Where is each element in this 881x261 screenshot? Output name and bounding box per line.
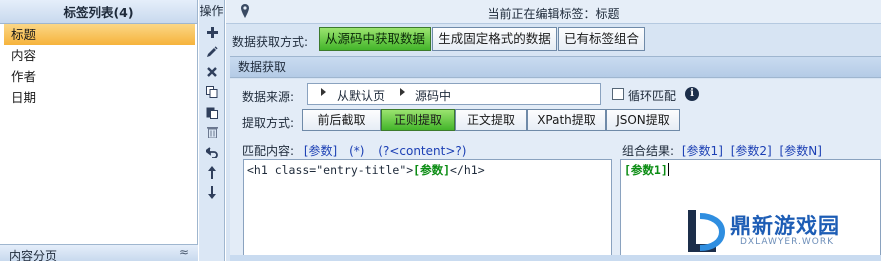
loop-match-label[interactable]: 循环匹配 <box>628 87 676 104</box>
fetch-section-title: 数据获取 <box>230 56 881 78</box>
tag-list-title: 标签列表(4) <box>0 0 197 24</box>
delete-icon[interactable] <box>199 62 225 82</box>
match-content-row: 匹配内容: [参数] (*) (?<content>?) <box>242 142 466 159</box>
extract-regex-button[interactable]: 正则提取 <box>381 109 455 131</box>
extract-xpath-button[interactable]: XPath提取 <box>527 109 606 131</box>
operations-title: 操作 <box>199 4 224 18</box>
paste-icon[interactable] <box>199 102 225 122</box>
extract-method-label: 提取方式: <box>242 116 295 130</box>
extract-before-after-button[interactable]: 前后截取 <box>302 109 381 131</box>
insert-param-token[interactable]: [参数] <box>304 144 337 158</box>
edit-icon[interactable] <box>199 42 225 62</box>
crumb-default-page[interactable]: 从默认页 <box>337 87 385 104</box>
operations-toolbar: 操作 <box>199 0 225 261</box>
insert-wildcard-token[interactable]: (*) <box>349 144 364 158</box>
tag-list-panel: 标签列表(4) 标题 内容 作者 日期 内容分页 ≈ <box>0 0 198 261</box>
tag-item-title[interactable]: 标题 <box>4 24 195 45</box>
insert-param2-token[interactable]: [参数2] <box>731 144 772 158</box>
fetch-method-label: 数据获取方式: <box>232 35 309 49</box>
crumb-arrow-icon <box>400 88 405 96</box>
watermark: 鼎新游戏园 DXLAWYER.WORK <box>684 204 874 256</box>
text-caret <box>667 163 669 176</box>
collapse-icon[interactable]: ≈ <box>179 245 189 259</box>
tag-list: 标题 内容 作者 日期 <box>0 24 197 108</box>
watermark-title: 鼎新游戏园 <box>730 214 840 238</box>
crumb-source-code[interactable]: 源码中 <box>415 87 451 104</box>
insert-content-group-token[interactable]: (?<content>?) <box>378 144 466 158</box>
crumb-arrow-icon <box>321 88 326 96</box>
source-label: 数据来源: <box>242 90 295 104</box>
editing-tag-label: 当前正在编辑标签：标题 <box>487 7 620 21</box>
combine-result-label: 组合结果: <box>622 144 675 158</box>
method-fixed-format-button[interactable]: 生成固定格式的数据 <box>432 27 557 51</box>
watermark-logo-icon <box>688 210 726 252</box>
copy-icon[interactable] <box>199 82 225 102</box>
match-content-label: 匹配内容: <box>242 144 295 158</box>
pattern-param-text: [参数] <box>413 163 451 177</box>
watermark-subtitle: DXLAWYER.WORK <box>740 237 834 247</box>
loop-match-checkbox[interactable] <box>612 88 624 100</box>
move-down-icon[interactable] <box>199 182 225 202</box>
pattern-prefix-text: <h1 class="entry-title"> <box>247 163 414 177</box>
editing-header: 当前正在编辑标签：标题 <box>226 0 881 24</box>
content-pagination-header[interactable]: 内容分页 ≈ <box>0 244 198 261</box>
undo-icon[interactable] <box>199 142 225 162</box>
extract-body-text-button[interactable]: 正文提取 <box>455 109 527 131</box>
result-value-text: [参数1] <box>624 163 668 177</box>
pattern-suffix-text: </h1> <box>450 163 485 177</box>
extract-json-button[interactable]: JSON提取 <box>606 109 680 131</box>
match-pattern-textarea[interactable]: <h1 class="entry-title">[参数]</h1> <box>243 159 612 261</box>
trash-icon[interactable] <box>199 122 225 142</box>
tag-item-content[interactable]: 内容 <box>0 45 197 66</box>
tag-item-date[interactable]: 日期 <box>0 87 197 108</box>
method-from-source-button[interactable]: 从源码中获取数据 <box>319 27 431 51</box>
fetch-method-row: 数据获取方式: 从源码中获取数据 生成固定格式的数据 已有标签组合 <box>226 27 881 53</box>
insert-paramN-token[interactable]: [参数N] <box>780 144 822 158</box>
insert-param1-token[interactable]: [参数1] <box>682 144 723 158</box>
source-breadcrumb[interactable]: 从默认页 源码中 <box>307 83 601 105</box>
method-combine-tags-button[interactable]: 已有标签组合 <box>558 27 645 51</box>
move-up-icon[interactable] <box>199 162 225 182</box>
add-icon[interactable] <box>199 22 225 42</box>
info-icon[interactable]: i <box>685 87 699 101</box>
tag-item-author[interactable]: 作者 <box>0 66 197 87</box>
combine-result-row: 组合结果: [参数1] [参数2] [参数N] <box>622 142 822 159</box>
content-pagination-label: 内容分页 <box>9 249 58 261</box>
